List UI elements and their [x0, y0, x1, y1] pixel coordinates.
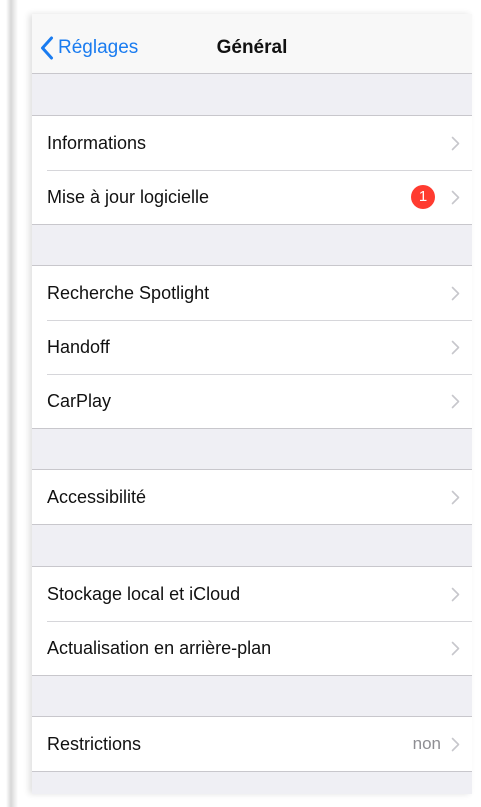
row-spotlight-search[interactable]: Recherche Spotlight: [32, 266, 472, 320]
row-informations[interactable]: Informations: [32, 116, 472, 170]
settings-group-accessibility: Accessibilité: [32, 469, 472, 525]
chevron-right-icon: [451, 641, 460, 656]
row-label: Restrictions: [47, 733, 142, 754]
row-label: Mise à jour logicielle: [47, 186, 210, 207]
chevron-right-icon: [451, 490, 460, 505]
chevron-right-icon: [451, 737, 460, 752]
row-label: Actualisation en arrière-plan: [47, 637, 272, 658]
notification-badge: 1: [411, 185, 435, 209]
page-edge-shadow: [0, 0, 18, 807]
navigation-bar: Réglages Général: [32, 14, 472, 74]
row-accessibility[interactable]: Accessibilité: [32, 470, 472, 524]
settings-screen: Réglages Général Informations Mise à jou…: [32, 14, 472, 794]
row-label: Informations: [47, 132, 147, 153]
chevron-right-icon: [451, 136, 460, 151]
chevron-right-icon: [451, 587, 460, 602]
row-label: CarPlay: [47, 390, 112, 411]
row-software-update[interactable]: Mise à jour logicielle 1: [32, 170, 472, 224]
row-handoff[interactable]: Handoff: [32, 320, 472, 374]
row-label: Handoff: [47, 336, 110, 357]
chevron-right-icon: [451, 340, 460, 355]
settings-group-storage: Stockage local et iCloud Actualisation e…: [32, 566, 472, 676]
settings-group-continuity: Recherche Spotlight Handoff CarPlay: [32, 265, 472, 429]
row-label: Stockage local et iCloud: [47, 583, 241, 604]
chevron-right-icon: [451, 190, 460, 205]
settings-group-about: Informations Mise à jour logicielle 1: [32, 115, 472, 225]
page-title: Général: [216, 37, 288, 58]
row-storage-icloud[interactable]: Stockage local et iCloud: [32, 567, 472, 621]
row-restrictions[interactable]: Restrictions non: [32, 717, 472, 771]
chevron-right-icon: [451, 286, 460, 301]
row-label: Accessibilité: [47, 486, 147, 507]
settings-group-restrictions: Restrictions non: [32, 716, 472, 772]
row-value: non: [412, 734, 441, 753]
row-label: Recherche Spotlight: [47, 282, 210, 303]
row-carplay[interactable]: CarPlay: [32, 374, 472, 428]
row-background-refresh[interactable]: Actualisation en arrière-plan: [32, 621, 472, 675]
chevron-right-icon: [451, 394, 460, 409]
